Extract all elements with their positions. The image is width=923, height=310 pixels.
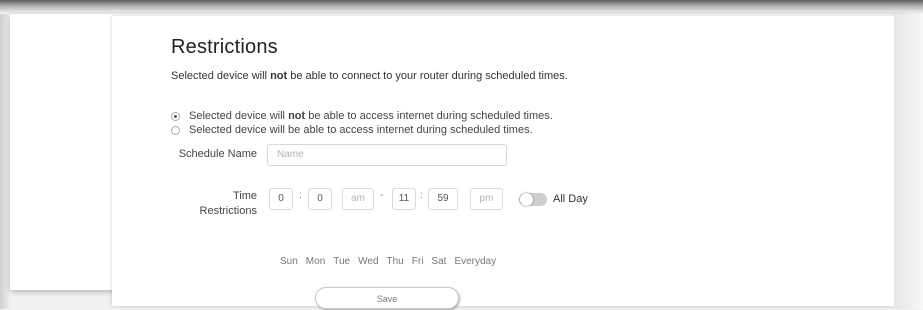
time-restrictions-label-line1: Time [232, 190, 257, 202]
save-button[interactable]: Save [315, 287, 459, 309]
schedule-name-input[interactable]: Name [267, 144, 507, 166]
left-frame [0, 14, 9, 309]
day-sat[interactable]: Sat [431, 256, 446, 267]
radio-label-block: Selected device will not be able to acce… [189, 110, 553, 122]
end-time-colon: : [420, 190, 423, 201]
description-text-end: be able to connect to your router during… [287, 70, 568, 82]
end-ampm-select[interactable]: pm [470, 188, 503, 210]
end-hour-input[interactable]: 11 [392, 188, 416, 210]
day-selector: Sun Mon Tue Wed Thu Fri Sat Everyday [280, 256, 496, 267]
all-day-toggle[interactable] [519, 193, 547, 206]
day-wed[interactable]: Wed [358, 256, 378, 267]
description-emphasis: not [270, 70, 288, 82]
restrictions-card: Restrictions Selected device will not be… [112, 16, 902, 309]
start-hour-input[interactable]: 0 [269, 188, 293, 210]
radio-option-allow[interactable]: Selected device will be able to access i… [171, 124, 533, 136]
time-restrictions-label-line2: Restrictions [199, 205, 257, 217]
start-ampm-select[interactable]: am [342, 188, 374, 210]
end-minute-input[interactable]: 59 [428, 188, 458, 210]
day-sun[interactable]: Sun [280, 256, 298, 267]
time-range-separator: - [380, 190, 384, 201]
restrictions-panel: Restrictions Selected device will not be… [10, 14, 909, 309]
description-text-start: Selected device will [171, 70, 271, 82]
right-gutter [894, 14, 923, 309]
day-mon[interactable]: Mon [306, 256, 325, 267]
day-everyday[interactable]: Everyday [454, 256, 496, 267]
schedule-name-label: Schedule Name [178, 148, 257, 160]
section-description: Selected device will not be able to conn… [171, 70, 568, 82]
day-fri[interactable]: Fri [412, 256, 424, 267]
section-title: Restrictions [171, 36, 278, 58]
day-thu[interactable]: Thu [387, 256, 404, 267]
radio-option-block[interactable]: Selected device will not be able to acce… [171, 110, 553, 122]
start-time-colon: : [299, 190, 302, 201]
radio-button-allow[interactable] [171, 125, 180, 135]
radio-button-block[interactable] [171, 111, 180, 121]
start-minute-input[interactable]: 0 [308, 188, 332, 210]
day-tue[interactable]: Tue [333, 256, 350, 267]
all-day-label: All Day [553, 193, 588, 205]
window-top-shadow [0, 0, 923, 14]
radio-label-allow: Selected device will be able to access i… [189, 124, 533, 136]
